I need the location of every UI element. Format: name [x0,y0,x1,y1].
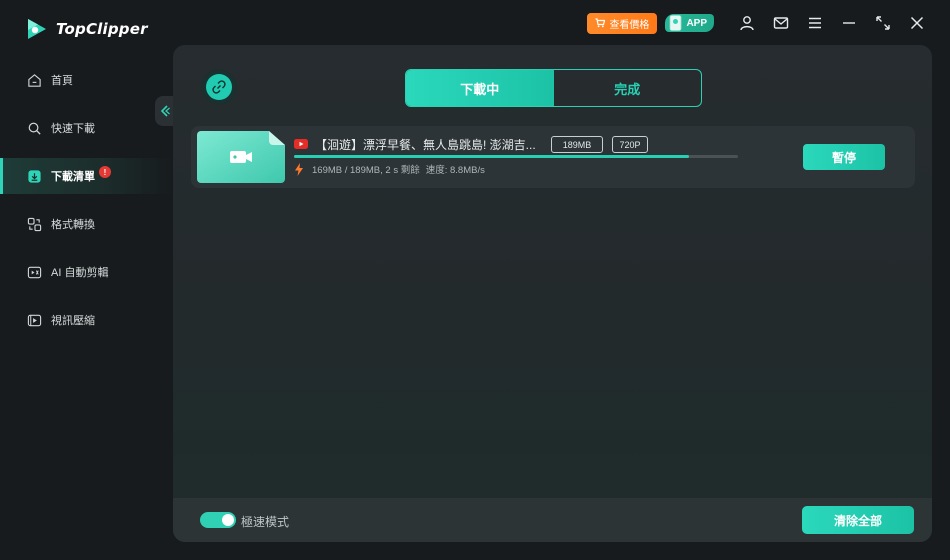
ai-edit-icon [26,264,42,280]
mail-button[interactable] [764,11,798,35]
sidebar-item-label: AI 自動剪輯 [51,267,109,279]
app-name: TopClipper [56,20,148,38]
convert-icon [26,216,42,232]
app-window: TopClipper 查看價格 APP 首頁 快速下載 下載清單 ! 格式轉換 … [0,0,950,560]
menu-button[interactable] [798,11,832,35]
user-button[interactable] [730,11,764,35]
close-icon [910,16,924,30]
download-tabs: 下載中 完成 [405,69,702,107]
sidebar-item-label: 首頁 [51,75,73,87]
home-icon [26,72,42,88]
search-icon [26,120,42,136]
toggle-knob [222,514,234,526]
mail-icon [773,17,789,29]
sidebar-item-label: 格式轉換 [51,219,95,231]
close-button[interactable] [900,11,934,35]
phone-app-icon [670,15,682,31]
menu-icon [809,17,821,29]
compress-icon [26,312,42,328]
sidebar-item-label: 視訊壓縮 [51,315,95,327]
tab-completed[interactable]: 完成 [554,70,702,106]
pause-button[interactable]: 暫停 [803,144,885,170]
lightning-icon [295,162,303,176]
sidebar-item-format-convert[interactable]: 格式轉換 [0,206,172,242]
sidebar-collapse-button[interactable] [155,96,175,126]
cart-icon [595,18,606,28]
topclipper-logo-icon [28,19,46,39]
notification-badge: ! [99,166,111,178]
sidebar-item-label: 快速下載 [51,123,95,135]
download-list-icon [26,168,42,184]
minimize-icon [843,22,855,24]
app-logo: TopClipper [24,16,148,42]
pricing-button[interactable]: 查看價格 [587,12,658,34]
clear-all-button[interactable]: 清除全部 [802,506,914,534]
sidebar-item-download-list[interactable]: 下載清單 ! [0,158,172,194]
app-download-button[interactable]: APP [665,14,714,32]
download-speed: 速度: 8.8MB/s [425,165,485,176]
download-item: 【洄遊】漂浮早餐、無人島跳島! 澎湖吉... 189MB 720P 169MB … [191,126,915,188]
turbo-mode-label: 極速模式 [241,515,290,529]
chevron-left-icon [160,105,170,117]
sidebar-item-video-compress[interactable]: 視訊壓縮 [0,302,172,338]
titlebar-actions: 查看價格 APP [587,11,934,35]
minimize-button[interactable] [832,11,866,35]
user-icon [740,16,754,31]
sidebar-item-ai-edit[interactable]: AI 自動剪輯 [0,254,172,290]
youtube-icon [294,139,308,149]
turbo-mode-toggle[interactable] [200,512,236,528]
download-stats: 169MB / 189MB, 2 s 剩餘 速度: 8.8MB/s [294,162,485,176]
sidebar: 首頁 快速下載 下載清單 ! 格式轉換 AI 自動剪輯 視訊壓縮 [0,62,172,350]
download-progress-fill [294,155,690,158]
video-file-thumbnail [197,131,285,183]
link-icon [212,80,226,94]
link-icon-wrap [206,74,232,100]
app-label: APP [686,17,707,29]
pricing-label: 查看價格 [609,19,650,31]
tab-downloading[interactable]: 下載中 [406,70,554,106]
file-size-tag: 189MB [551,136,603,153]
main-panel: 下載中 完成 【洄遊】漂浮早餐、無人島跳島! 澎湖吉... 189MB 720P… [173,45,932,542]
sidebar-item-home[interactable]: 首頁 [0,62,172,98]
sidebar-item-quick-download[interactable]: 快速下載 [0,110,172,146]
download-title: 【洄遊】漂浮早餐、無人島跳島! 澎湖吉... [315,138,536,152]
paste-link-button[interactable] [201,69,237,105]
quality-tag: 720P [612,136,648,153]
sidebar-item-label: 下載清單 [51,171,95,183]
download-progress-text: 169MB / 189MB, 2 s 剩餘 [312,165,420,176]
download-progress-bar [294,155,738,158]
maximize-button[interactable] [866,11,900,35]
footer-bar: 極速模式 清除全部 [173,498,932,542]
maximize-icon [876,16,890,30]
